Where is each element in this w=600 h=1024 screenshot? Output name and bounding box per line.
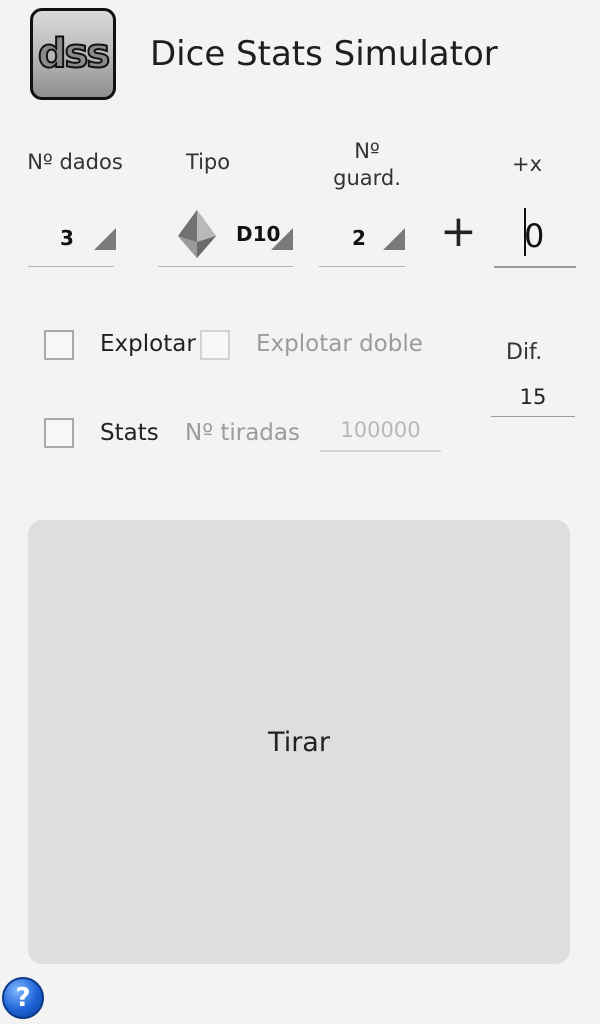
- stats-label: Stats: [100, 420, 159, 446]
- tiradas-input[interactable]: [320, 410, 441, 452]
- plus-sign: +: [440, 206, 477, 257]
- difficulty-input[interactable]: [491, 377, 575, 417]
- explotar-checkbox[interactable]: [44, 330, 74, 360]
- explotar-label: Explotar: [100, 331, 196, 357]
- dice-count-spinner[interactable]: 3: [28, 208, 116, 267]
- kept-dice-label-line1: Nº: [354, 139, 380, 163]
- text-cursor: [524, 208, 526, 256]
- kept-dice-value: 2: [352, 226, 366, 250]
- dice-count-value: 3: [60, 226, 74, 250]
- modifier-input[interactable]: [494, 206, 576, 268]
- logo-text: dss: [37, 30, 111, 78]
- modifier-label: +x: [511, 152, 543, 176]
- app-logo: dss: [30, 8, 116, 100]
- kept-dice-label: Nº guard.: [320, 138, 414, 192]
- kept-dice-label-line2: guard.: [333, 166, 401, 190]
- difficulty-label: Dif.: [506, 340, 543, 365]
- dropdown-triangle-icon: [271, 228, 293, 250]
- stats-checkbox[interactable]: [44, 418, 74, 448]
- explotar-doble-checkbox[interactable]: [200, 330, 230, 360]
- d10-die-icon: [178, 210, 216, 258]
- dice-type-spinner[interactable]: D10: [158, 208, 293, 267]
- app-title: Dice Stats Simulator: [150, 34, 498, 74]
- kept-dice-spinner[interactable]: 2: [319, 208, 405, 267]
- dropdown-triangle-icon: [94, 228, 116, 250]
- tiradas-label: Nº tiradas: [185, 420, 300, 446]
- explotar-doble-label: Explotar doble: [256, 331, 423, 357]
- roll-button[interactable]: Tirar: [28, 520, 570, 964]
- help-icon[interactable]: ?: [2, 977, 44, 1019]
- dice-type-label: Tipo: [185, 150, 231, 174]
- dice-count-label: Nº dados: [27, 150, 123, 174]
- dropdown-triangle-icon: [383, 228, 405, 250]
